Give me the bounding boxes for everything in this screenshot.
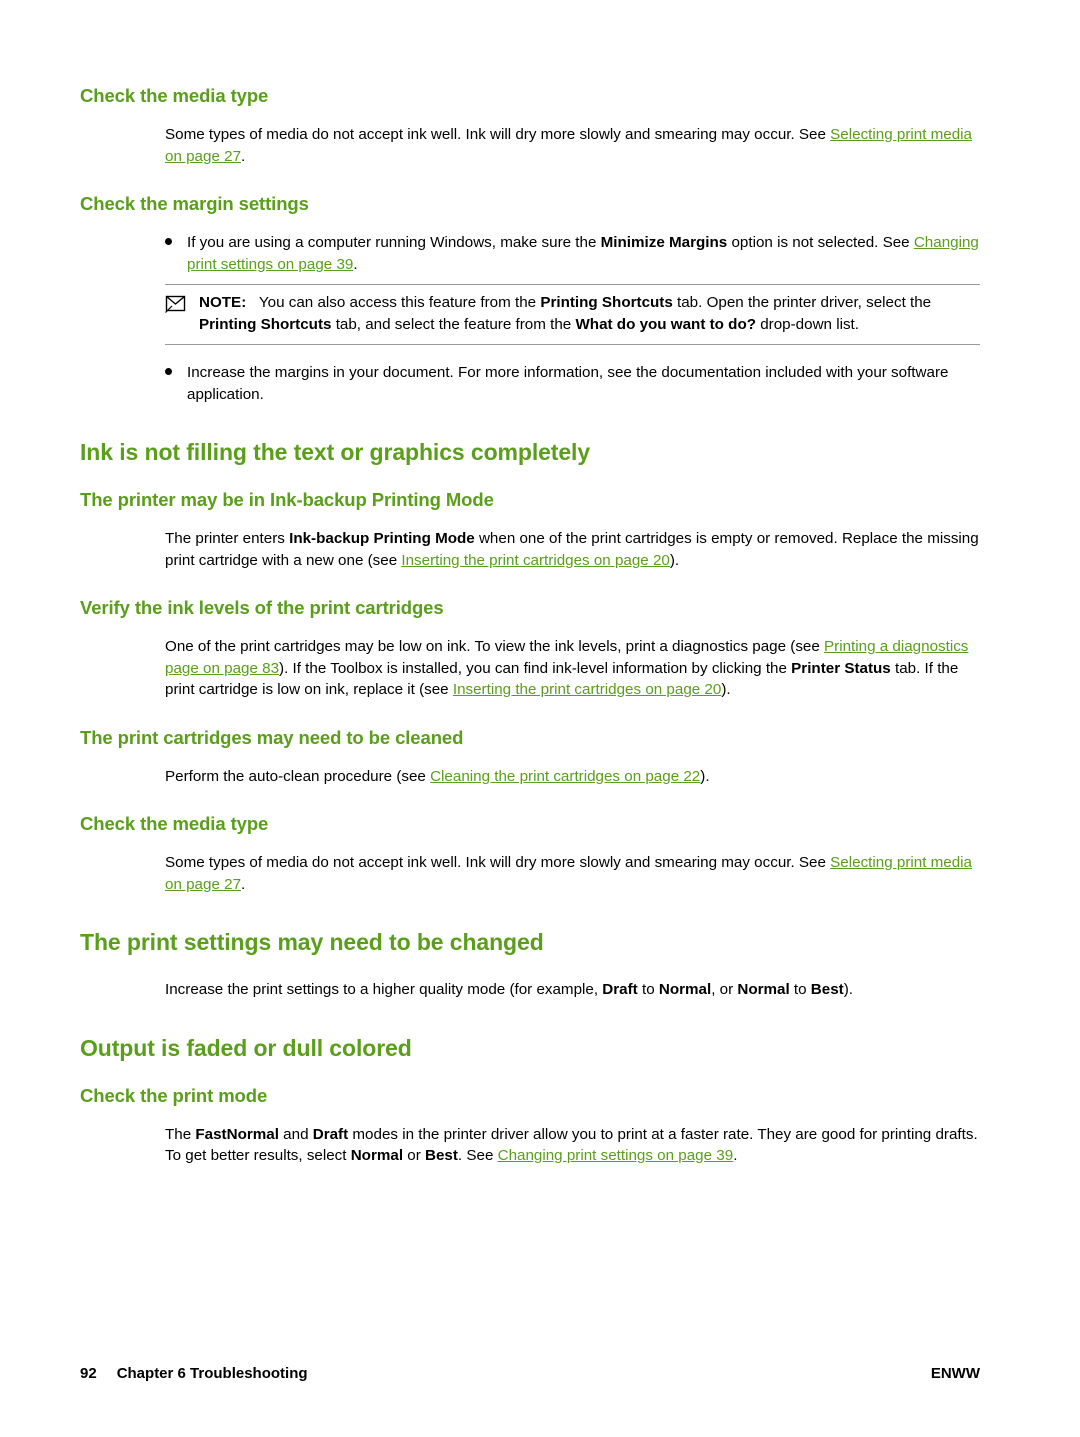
text-run: and xyxy=(278,1125,313,1143)
text-run: or xyxy=(403,1147,425,1164)
text-run: Perform the auto-clean procedure (see xyxy=(165,767,431,785)
bold-run: Normal xyxy=(658,981,712,998)
paragraph-check-media-type-2: Some types of media do not accept ink we… xyxy=(165,852,980,895)
bold-run: Normal xyxy=(737,981,790,998)
footer-right: ENWW xyxy=(930,1365,980,1382)
text-run: . xyxy=(241,875,246,893)
paragraph-check-print-mode: The FastNormal and Draft modes in the pr… xyxy=(165,1124,980,1167)
text-run: Some types of media do not accept ink we… xyxy=(165,126,831,143)
text-run: . xyxy=(241,147,246,165)
bold-run: Printer Status xyxy=(791,659,891,677)
footer-left: 92 Chapter 6 Troubleshooting xyxy=(80,1365,308,1382)
bold-run: Normal xyxy=(350,1147,404,1164)
paragraph-check-media-type-1: Some types of media do not accept ink we… xyxy=(165,124,980,167)
bold-run: Printing Shortcuts xyxy=(199,315,332,333)
text-run: drop-down list. xyxy=(756,315,859,333)
text-run: . xyxy=(733,1147,738,1164)
cross-reference-link[interactable]: Changing print settings on page 39 xyxy=(498,1147,734,1164)
bold-run: Minimize Margins xyxy=(600,234,728,251)
heading-output-faded: Output is faded or dull colored xyxy=(80,1034,412,1061)
paragraph-ink-backup-printing-mode: The printer enters Ink-backup Printing M… xyxy=(165,528,980,571)
heading-ink-backup-printing-mode: The printer may be in Ink-backup Printin… xyxy=(80,489,494,510)
heading-ink-is-not-filling: Ink is not filling the text or graphics … xyxy=(80,439,591,465)
list-item: Increase the margins in your document. F… xyxy=(165,362,980,405)
bold-run: Best xyxy=(425,1147,458,1164)
text-run: ). xyxy=(843,981,853,998)
text-run: ). xyxy=(669,551,680,569)
text-run: . xyxy=(353,255,358,273)
page-footer: 92 Chapter 6 Troubleshooting ENWW xyxy=(80,1365,980,1382)
paragraph-verify-ink-levels: One of the print cartridges may be low o… xyxy=(165,636,980,701)
list-item-text: If you are using a computer running Wind… xyxy=(187,232,980,275)
text-run: option is not selected. See xyxy=(727,234,914,251)
bold-run: Draft xyxy=(602,981,638,998)
text-run: to xyxy=(789,981,811,998)
text-run: ). If the Toolbox is installed, you can … xyxy=(279,659,792,677)
list-item-text: Increase the margins in your document. F… xyxy=(187,364,949,403)
document-page: Check the media type Some types of media… xyxy=(0,0,1080,1437)
text-run: . See xyxy=(457,1147,498,1164)
bold-run: FastNormal xyxy=(195,1125,279,1143)
text-run: If you are using a computer running Wind… xyxy=(187,234,601,251)
bold-run: Best xyxy=(810,981,844,998)
text-run: tab, and select the feature from the xyxy=(331,315,576,333)
cross-reference-link[interactable]: Inserting the print cartridges on page 2… xyxy=(401,552,669,569)
page-number: 92 xyxy=(80,1365,97,1382)
text-run: Increase the print settings to a higher … xyxy=(165,981,603,998)
heading-print-cartridges-cleaned: The print cartridges may need to be clea… xyxy=(80,726,464,748)
footer-chapter: Chapter 6 Troubleshooting xyxy=(116,1365,308,1382)
text-run: to xyxy=(637,981,659,998)
heading-check-the-print-mode: Check the print mode xyxy=(80,1084,268,1106)
heading-print-settings-changed: The print settings may need to be change… xyxy=(80,929,544,955)
heading-check-the-media-type-2: Check the media type xyxy=(80,813,269,834)
bold-run: What do you want to do? xyxy=(575,315,756,333)
text-run: ). xyxy=(721,681,731,698)
heading-check-the-media-type-1: Check the media type xyxy=(80,85,269,106)
text-run: One of the print cartridges may be low o… xyxy=(165,638,825,655)
text-run: Some types of media do not accept ink we… xyxy=(165,854,831,871)
note-callout: NOTE: You can also access this feature f… xyxy=(165,284,980,345)
text-run: You can also access this feature from th… xyxy=(258,294,541,311)
bold-run: Ink-backup Printing Mode xyxy=(289,530,475,547)
text-run: tab. Open the printer driver, select the xyxy=(672,294,932,311)
cross-reference-link[interactable]: Inserting the print cartridges on page 2… xyxy=(453,681,721,698)
note-text: NOTE: You can also access this feature f… xyxy=(199,292,980,335)
bullet-icon xyxy=(165,232,187,275)
list-item: If you are using a computer running Wind… xyxy=(165,232,980,275)
bold-run: Draft xyxy=(312,1125,349,1143)
bold-run: Printing Shortcuts xyxy=(540,294,673,311)
heading-check-the-margin-settings: Check the margin settings xyxy=(80,193,309,214)
note-icon xyxy=(165,292,199,335)
cross-reference-link[interactable]: Cleaning the print cartridges on page 22 xyxy=(430,768,700,785)
text-run: ). xyxy=(700,767,710,785)
text-run: , or xyxy=(711,981,738,998)
paragraph-print-cartridges-cleaned: Perform the auto-clean procedure (see Cl… xyxy=(165,766,980,788)
heading-verify-ink-levels: Verify the ink levels of the print cartr… xyxy=(80,597,444,618)
text-run: The xyxy=(165,1125,196,1143)
paragraph-print-settings-changed: Increase the print settings to a higher … xyxy=(165,979,980,1001)
text-run: The printer enters xyxy=(165,530,290,547)
note-label: NOTE: xyxy=(199,294,247,311)
bullet-icon xyxy=(165,362,187,405)
